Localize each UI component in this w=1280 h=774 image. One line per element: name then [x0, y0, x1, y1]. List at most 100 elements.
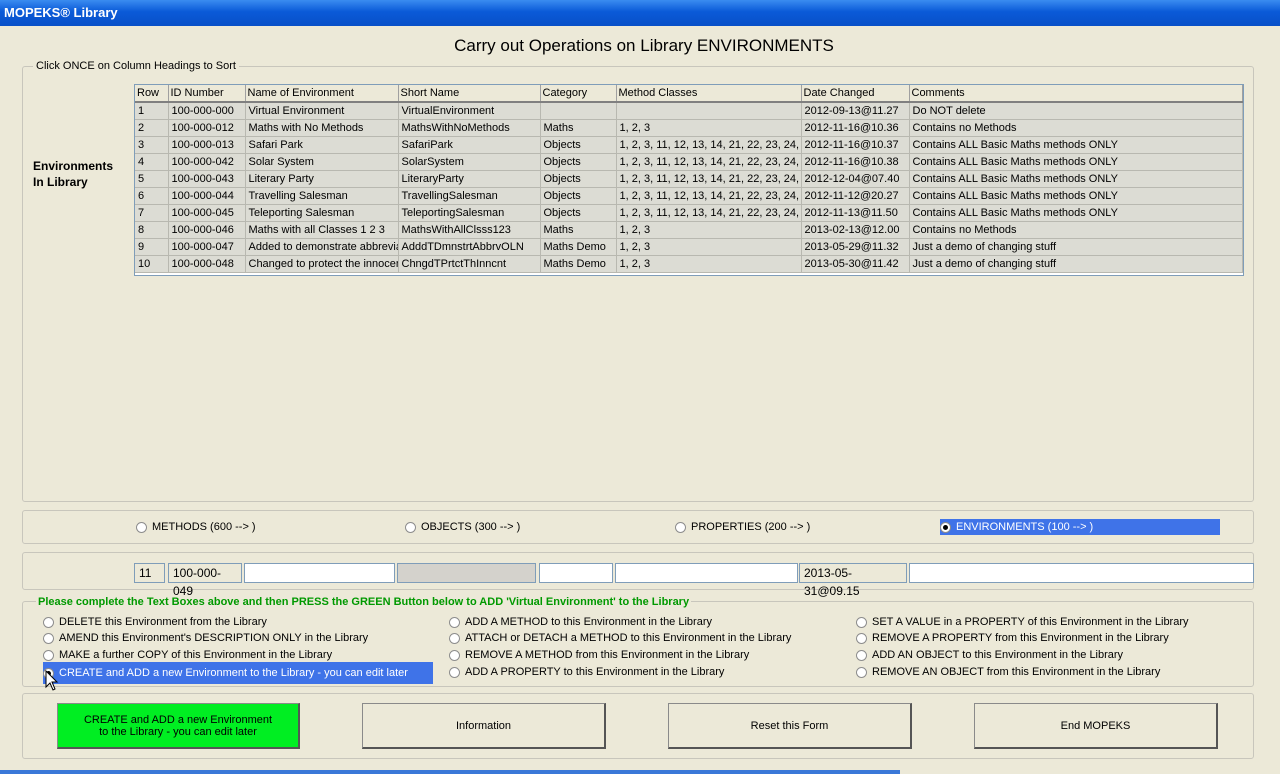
table-cell: 2012-11-16@10.38 — [801, 153, 910, 171]
table-cell: Objects — [540, 153, 617, 171]
table-row[interactable]: 4 100-000-042 Solar System SolarSystem Objec… — [135, 153, 1243, 171]
table-cell: 2013-05-30@11.42 — [801, 255, 910, 273]
table-cell: 100-000-048 — [168, 255, 246, 273]
table-cell: Travelling Salesman — [245, 187, 399, 205]
operation-radio-1-1[interactable]: DELETE this Environment from the Library — [43, 614, 267, 630]
table-row[interactable]: 3 100-000-013 Safari Park SafariPark Objects… — [135, 136, 1243, 154]
table-cell: 4 — [135, 153, 169, 171]
reset-form-button[interactable]: Reset this Form — [668, 703, 912, 749]
environments-radio[interactable]: ENVIRONMENTS (100 --> ) — [940, 519, 1220, 535]
operation-radio-1-4-label: CREATE and ADD a new Environment to the … — [59, 667, 408, 679]
table-cell: 2012-11-16@10.37 — [801, 136, 910, 154]
operation-radio-3-4[interactable]: REMOVE AN OBJECT from this Environment i… — [856, 664, 1160, 680]
page-heading: Carry out Operations on Library ENVIRONM… — [454, 36, 834, 55]
table-cell: Contains no Methods — [909, 119, 1243, 137]
column-header-category[interactable]: Category — [540, 85, 617, 103]
column-header-id-number[interactable]: ID Number — [168, 85, 246, 103]
table-cell: 10 — [135, 255, 169, 273]
radio-circle-icon[interactable] — [449, 666, 460, 678]
methods-radio[interactable]: METHODS (600 --> ) — [136, 519, 256, 535]
table-cell: TravellingSalesman — [398, 187, 541, 205]
new-category-input[interactable] — [539, 563, 613, 583]
operation-radio-3-1[interactable]: SET A VALUE in a PROPERTY of this Enviro… — [856, 614, 1189, 630]
table-row[interactable]: 6 100-000-044 Travelling Salesman Travellin… — [135, 187, 1243, 205]
radio-circle-icon[interactable] — [43, 649, 54, 661]
table-cell: Objects — [540, 187, 617, 205]
radio-circle-icon[interactable] — [43, 616, 54, 628]
operation-radio-1-1-label: DELETE this Environment from the Library — [59, 616, 267, 628]
table-row[interactable]: 1 100-000-000 Virtual Environment VirtualEn… — [135, 102, 1243, 120]
table-row[interactable]: 9 100-000-047 Added to demonstrate abbrevi… — [135, 238, 1243, 256]
table-row[interactable]: 10 100-000-048 Changed to protect the inno… — [135, 255, 1243, 273]
environments-table[interactable]: Row ID Number Name of Environment Short Nam… — [134, 84, 1244, 276]
table-cell: Contains ALL Basic Maths methods ONLY — [909, 136, 1243, 154]
radio-circle-icon[interactable] — [43, 632, 54, 644]
column-header-comments[interactable]: Comments — [909, 85, 1243, 103]
create-add-environment-button[interactable]: CREATE and ADD a new Environment to the … — [57, 703, 300, 749]
operations-instruction: Please complete the Text Boxes above and… — [36, 596, 692, 608]
objects-radio[interactable]: OBJECTS (300 --> ) — [405, 519, 520, 535]
radio-circle-icon[interactable] — [675, 521, 686, 533]
end-mopeks-button[interactable]: End MOPEKS — [974, 703, 1218, 749]
create-button-line1: CREATE and ADD a new Environment — [83, 713, 273, 726]
table-cell: 100-000-012 — [168, 119, 246, 137]
table-cell: 1, 2, 3 — [616, 255, 802, 273]
operation-radio-3-3[interactable]: ADD AN OBJECT to this Environment in the… — [856, 647, 1123, 663]
radio-circle-icon[interactable] — [856, 616, 867, 628]
radio-circle-icon[interactable] — [405, 521, 416, 533]
new-comments-input[interactable] — [909, 563, 1254, 583]
operation-radio-2-4[interactable]: ADD A PROPERTY to this Environment in th… — [449, 664, 724, 680]
information-button[interactable]: Information — [362, 703, 606, 749]
radio-circle-icon[interactable] — [449, 632, 460, 644]
table-cell: 2013-02-13@12.00 — [801, 221, 910, 239]
table-cell: Teleporting Salesman — [245, 204, 399, 222]
new-method-classes-input[interactable] — [615, 563, 798, 583]
radio-circle-icon[interactable] — [856, 666, 867, 678]
table-cell: TeleportingSalesman — [398, 204, 541, 222]
radio-circle-icon[interactable] — [449, 649, 460, 661]
radio-circle-icon[interactable] — [856, 649, 867, 661]
table-cell: 100-000-046 — [168, 221, 246, 239]
table-cell: 100-000-013 — [168, 136, 246, 154]
table-cell: 1, 2, 3 — [616, 238, 802, 256]
table-cell: Just a demo of changing stuff — [909, 255, 1243, 273]
column-header-method-classes[interactable]: Method Classes — [616, 85, 802, 103]
operation-radio-1-4[interactable]: CREATE and ADD a new Environment to the … — [43, 662, 433, 684]
operation-radio-2-1[interactable]: ADD A METHOD to this Environment in the … — [449, 614, 712, 630]
operation-radio-1-3-label: MAKE a further COPY of this Environment … — [59, 649, 333, 661]
table-cell: 1, 2, 3, 11, 12, 13, 14, 21, 22, 23, 24, — [616, 136, 802, 154]
table-cell: Changed to protect the innocen — [245, 255, 399, 273]
table-row[interactable]: 5 100-000-043 Literary Party LiteraryParty O… — [135, 170, 1243, 188]
operation-radio-1-3[interactable]: MAKE a further COPY of this Environment … — [43, 647, 332, 663]
operation-radio-2-2[interactable]: ATTACH or DETACH a METHOD to this Enviro… — [449, 630, 791, 646]
radio-circle-icon[interactable] — [856, 632, 867, 644]
new-row-number: 11 — [134, 563, 165, 583]
env-label-line1: Environments — [33, 159, 114, 173]
column-header-row[interactable]: Row — [135, 85, 169, 103]
table-row[interactable]: 7 100-000-045 Teleporting Salesman Teleport… — [135, 204, 1243, 222]
table-row[interactable]: 2 100-000-012 Maths with No Methods MathsWi… — [135, 119, 1243, 137]
table-cell: Virtual Environment — [245, 102, 399, 120]
table-cell: 2013-05-29@11.32 — [801, 238, 910, 256]
radio-circle-icon[interactable] — [940, 521, 951, 533]
table-cell: 3 — [135, 136, 169, 154]
table-cell: 2012-09-13@11.27 — [801, 102, 910, 120]
properties-radio[interactable]: PROPERTIES (200 --> ) — [675, 519, 810, 535]
operation-radio-2-3-label: REMOVE A METHOD from this Environment in… — [465, 649, 750, 661]
library-groupbox-legend: Click ONCE on Column Headings to Sort — [33, 60, 239, 72]
operation-radio-3-2[interactable]: REMOVE A PROPERTY from this Environment … — [856, 630, 1169, 646]
table-cell: 1, 2, 3 — [616, 221, 802, 239]
table-cell: 8 — [135, 221, 169, 239]
table-cell: Safari Park — [245, 136, 399, 154]
column-header-short-name[interactable]: Short Name — [398, 85, 541, 103]
operation-radio-1-2[interactable]: AMEND this Environment's DESCRIPTION ONL… — [43, 630, 368, 646]
radio-circle-icon[interactable] — [136, 521, 147, 533]
column-header-name-of-environment[interactable]: Name of Environment — [245, 85, 399, 103]
radio-circle-icon[interactable] — [449, 616, 460, 628]
table-row[interactable]: 8 100-000-046 Maths with all Classes 1 2 3… — [135, 221, 1243, 239]
new-name-input[interactable] — [244, 563, 395, 583]
window-title: MOPEKS® Library — [4, 5, 118, 20]
column-header-date-changed[interactable]: Date Changed — [801, 85, 910, 103]
table-cell: Maths — [540, 119, 617, 137]
operation-radio-2-3[interactable]: REMOVE A METHOD from this Environment in… — [449, 647, 749, 663]
